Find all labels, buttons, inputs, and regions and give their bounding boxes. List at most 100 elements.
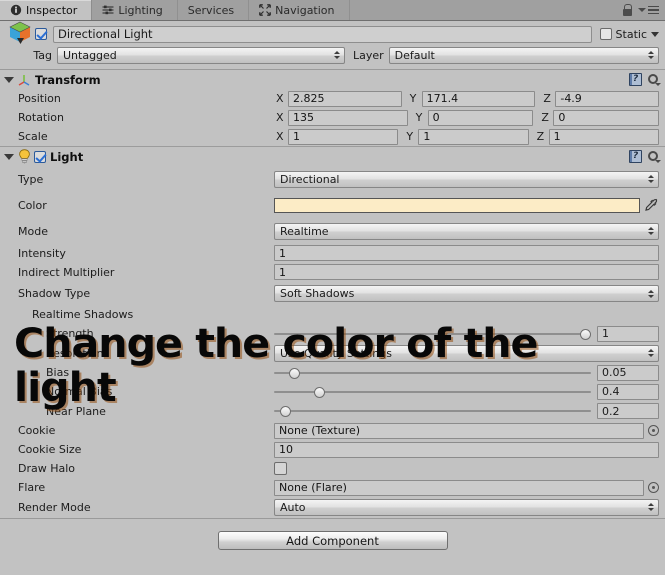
axis-z-label: Z — [535, 130, 549, 143]
light-cookie-size-input[interactable]: 10 — [274, 442, 659, 458]
light-mode-field: Realtime — [274, 223, 659, 240]
position-y-input[interactable]: 171.4 — [422, 91, 536, 107]
shadow-normal-bias-slider[interactable] — [274, 384, 591, 400]
updown-arrows-icon — [648, 175, 654, 183]
tab-services[interactable]: Services — [178, 0, 249, 20]
light-color-swatch[interactable] — [274, 198, 640, 213]
help-book-icon[interactable]: ? — [629, 73, 642, 86]
component-light: Light ? Type Directional Color — [0, 147, 665, 539]
light-draw-halo-label: Draw Halo — [0, 462, 274, 475]
light-cookie-field: None (Texture) — [274, 423, 659, 439]
static-toggle-group[interactable]: Static — [600, 28, 659, 41]
gameobject-name-value: Directional Light — [58, 27, 153, 41]
transform-header[interactable]: Transform ? — [0, 70, 665, 89]
position-z-value: -4.9 — [560, 92, 581, 105]
light-indirect-field: 1 — [274, 264, 659, 280]
rotation-y-input[interactable]: 0 — [428, 110, 534, 126]
gear-icon[interactable] — [647, 73, 660, 86]
shadow-strength-slider[interactable] — [274, 326, 591, 342]
rotation-x-input[interactable]: 135 — [288, 110, 408, 126]
scale-x-input[interactable]: 1 — [288, 129, 398, 145]
scale-x-value: 1 — [293, 130, 300, 143]
axis-z-label: Z — [541, 92, 555, 105]
position-label: Position — [0, 92, 274, 105]
light-type-dropdown[interactable]: Directional — [274, 171, 659, 188]
shadow-normal-bias-row: Normal Bias 0.4 — [0, 382, 665, 401]
light-flare-label: Flare — [0, 481, 274, 494]
eyedropper-icon[interactable] — [645, 198, 659, 213]
light-indirect-label: Indirect Multiplier — [0, 266, 274, 279]
gameobject-enabled-checkbox[interactable] — [35, 28, 47, 40]
light-render-mode-dropdown[interactable]: Auto — [274, 499, 659, 516]
light-header[interactable]: Light ? — [0, 147, 665, 166]
gear-icon[interactable] — [647, 150, 660, 163]
light-cookie-objectfield[interactable]: None (Texture) — [274, 423, 644, 439]
scale-y-input[interactable]: 1 — [418, 129, 528, 145]
tag-dropdown[interactable]: Untagged — [57, 47, 345, 64]
tab-navigation[interactable]: Navigation — [249, 0, 349, 20]
light-indirect-input[interactable]: 1 — [274, 264, 659, 280]
light-intensity-input[interactable]: 1 — [274, 245, 659, 261]
shadow-normal-bias-input[interactable]: 0.4 — [597, 384, 659, 400]
tab-navigation-label: Navigation — [275, 4, 334, 17]
shadow-bias-input[interactable]: 0.05 — [597, 365, 659, 381]
shadow-bias-slider[interactable] — [274, 365, 591, 381]
unity-inspector-window: Inspector Lighting Services — [0, 0, 665, 575]
shadow-bias-row: Bias 0.05 — [0, 363, 665, 382]
axis-x-label: X — [274, 130, 288, 143]
light-draw-halo-field — [274, 462, 659, 475]
gameobject-cube-icon[interactable] — [7, 20, 33, 46]
light-shadow-type-dropdown[interactable]: Soft Shadows — [274, 285, 659, 302]
scale-vector3: X 1 Y 1 Z 1 — [274, 129, 659, 145]
light-cookie-label: Cookie — [0, 424, 274, 437]
foldout-triangle-icon[interactable] — [4, 77, 14, 83]
light-mode-dropdown[interactable]: Realtime — [274, 223, 659, 240]
lock-icon[interactable] — [622, 4, 632, 16]
slider-handle[interactable] — [289, 368, 300, 379]
light-type-label: Type — [0, 173, 274, 186]
position-x-input[interactable]: 2.825 — [288, 91, 402, 107]
layer-dropdown[interactable]: Default — [389, 47, 659, 64]
static-checkbox[interactable] — [600, 28, 612, 40]
position-z-input[interactable]: -4.9 — [555, 91, 659, 107]
shadow-strength-input[interactable]: 1 — [597, 326, 659, 342]
light-mode-label: Mode — [0, 225, 274, 238]
light-color-row: Color — [0, 192, 665, 218]
light-indirect-value: 1 — [279, 266, 286, 279]
rotation-z-input[interactable]: 0 — [553, 110, 659, 126]
slider-handle[interactable] — [314, 387, 325, 398]
help-book-icon[interactable]: ? — [629, 150, 642, 163]
chevron-down-icon[interactable] — [651, 32, 659, 37]
shadow-bias-value: 0.05 — [602, 366, 627, 379]
editor-tab-bar: Inspector Lighting Services — [0, 0, 665, 21]
object-picker-icon[interactable] — [648, 425, 659, 436]
gameobject-header: Directional Light Static Tag Untagged La… — [0, 21, 665, 70]
shadow-resolution-dropdown[interactable]: Use Quality Settings — [274, 345, 659, 362]
foldout-triangle-icon[interactable] — [4, 154, 14, 160]
light-indirect-row: Indirect Multiplier 1 — [0, 262, 665, 282]
light-color-field — [274, 198, 659, 213]
tab-inspector-label: Inspector — [26, 4, 77, 17]
shadow-bias-label: Bias — [0, 366, 274, 379]
updown-arrows-icon — [648, 503, 654, 511]
inspector-footer: Add Component — [0, 518, 665, 575]
light-cookie-value: None (Texture) — [279, 424, 360, 437]
light-flare-objectfield[interactable]: None (Flare) — [274, 480, 644, 496]
slider-handle[interactable] — [280, 406, 291, 417]
tab-lighting[interactable]: Lighting — [92, 0, 177, 20]
light-draw-halo-checkbox[interactable] — [274, 462, 287, 475]
hamburger-menu-icon[interactable] — [638, 6, 659, 15]
shadow-near-plane-input[interactable]: 0.2 — [597, 403, 659, 419]
shadow-near-plane-slider[interactable] — [274, 403, 591, 419]
object-picker-icon[interactable] — [648, 482, 659, 493]
add-component-button[interactable]: Add Component — [218, 531, 448, 550]
light-cookie-size-field: 10 — [274, 442, 659, 458]
gameobject-name-input[interactable]: Directional Light — [53, 26, 592, 43]
shadow-strength-field: 1 — [274, 326, 659, 342]
light-enabled-checkbox[interactable] — [34, 151, 46, 163]
tab-inspector[interactable]: Inspector — [0, 0, 92, 20]
slider-handle[interactable] — [580, 329, 591, 340]
scale-z-input[interactable]: 1 — [549, 129, 659, 145]
light-type-value: Directional — [280, 173, 340, 186]
light-render-mode-row: Render Mode Auto — [0, 497, 665, 517]
